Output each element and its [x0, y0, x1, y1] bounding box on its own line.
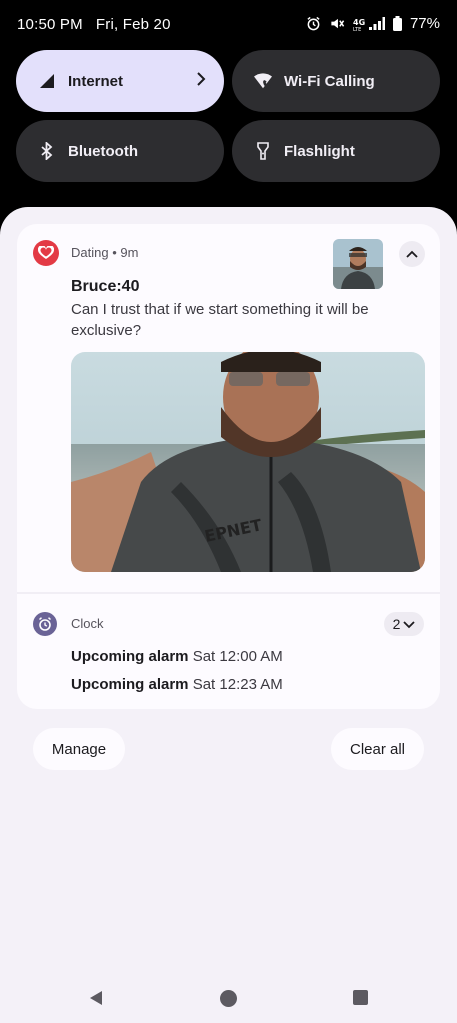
clear-all-button[interactable]: Clear all: [331, 728, 424, 770]
status-icons: 4G LTE 77%: [306, 15, 440, 32]
status-time-date: 10:50 PM Fri, Feb 20: [17, 16, 171, 33]
tile-wifi-calling-label: Wi-Fi Calling: [284, 72, 375, 90]
alarm-label: Upcoming alarm: [71, 676, 189, 693]
home-icon[interactable]: [220, 990, 237, 1012]
chevron-right-icon: [196, 72, 206, 90]
svg-text:LTE: LTE: [353, 27, 361, 31]
divider: [17, 592, 440, 594]
clear-all-button-label: Clear all: [349, 740, 406, 758]
tile-internet[interactable]: Internet: [16, 50, 224, 112]
notification-title: Bruce:40: [71, 278, 140, 295]
clock-app-name: Clock: [71, 616, 104, 631]
alarm-time: Sat 12:00 AM: [192, 648, 283, 665]
tile-bluetooth[interactable]: Bluetooth: [16, 120, 224, 182]
alarm-time: Sat 12:23 AM: [192, 676, 283, 693]
sender-avatar: [333, 239, 383, 289]
wifi-calling-icon: [254, 72, 272, 90]
alarm-clock-icon: [33, 612, 57, 636]
alarm-row[interactable]: Upcoming alarm Sat 12:23 AM: [71, 676, 283, 693]
battery-icon: [392, 16, 402, 31]
mute-icon: [329, 16, 345, 31]
status-bar: 10:50 PM Fri, Feb 20 4G LTE 77%: [0, 0, 457, 50]
battery-percent: 77%: [409, 15, 440, 32]
dating-app-meta: Dating • 9m: [71, 245, 138, 260]
tile-flashlight-label: Flashlight: [284, 142, 355, 160]
notification-image[interactable]: EPNET: [71, 352, 425, 572]
back-icon[interactable]: [88, 990, 104, 1011]
cell-signal-icon: [38, 72, 56, 90]
chevron-down-icon: [403, 616, 416, 632]
dating-app-name: Dating: [71, 245, 109, 260]
manage-button-label: Manage: [51, 740, 107, 758]
alarm-label: Upcoming alarm: [71, 648, 189, 665]
tile-bluetooth-label: Bluetooth: [68, 142, 138, 160]
tile-internet-label: Internet: [68, 72, 124, 90]
tile-flashlight[interactable]: Flashlight: [232, 120, 440, 182]
lte-signal-icon: 4G LTE: [353, 16, 385, 31]
recents-icon[interactable]: [353, 990, 368, 1010]
chevron-up-icon: [406, 245, 418, 263]
manage-button[interactable]: Manage: [33, 728, 125, 770]
notification-body: Can I trust that if we start something i…: [71, 301, 369, 339]
expand-button[interactable]: 2: [384, 612, 424, 636]
flashlight-icon: [254, 142, 272, 160]
status-time: 10:50 PM: [17, 16, 83, 33]
status-date: Fri, Feb 20: [95, 16, 171, 33]
tile-wifi-calling[interactable]: Wi-Fi Calling: [232, 50, 440, 112]
alarm-row[interactable]: Upcoming alarm Sat 12:00 AM: [71, 648, 283, 665]
bluetooth-icon: [38, 142, 56, 160]
notification-count: 2: [392, 616, 401, 632]
svg-text:4G: 4G: [353, 18, 365, 27]
collapse-button[interactable]: [399, 241, 425, 267]
meta-separator: •: [112, 245, 117, 260]
navigation-bar: [0, 968, 457, 1023]
notification-list: Dating • 9m Bruce:40 Can I trust that if…: [17, 224, 440, 709]
alarm-icon: [306, 16, 321, 31]
heart-icon: [33, 240, 59, 266]
dating-notification-time: 9m: [120, 245, 139, 260]
